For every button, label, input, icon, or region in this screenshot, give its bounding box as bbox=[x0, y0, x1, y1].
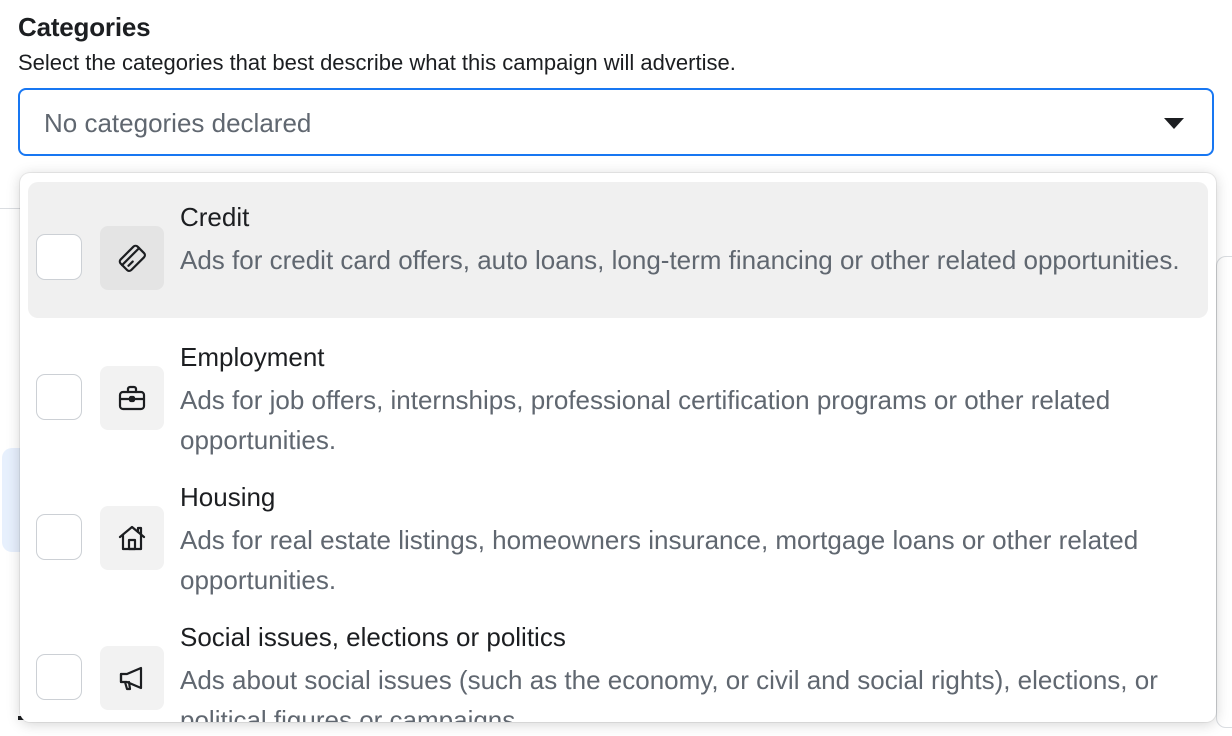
background-panel-fragment bbox=[1216, 256, 1232, 728]
background-divider bbox=[0, 208, 22, 209]
briefcase-icon bbox=[100, 366, 164, 430]
checkbox-housing[interactable] bbox=[36, 514, 82, 560]
option-title: Housing bbox=[180, 482, 276, 512]
caret-down-icon bbox=[1164, 118, 1184, 129]
option-title: Credit bbox=[180, 202, 250, 232]
option-title: Employment bbox=[180, 342, 325, 372]
section-subtitle: Select the categories that best describe… bbox=[18, 50, 736, 75]
megaphone-icon bbox=[100, 646, 164, 710]
checkbox-social-issues[interactable] bbox=[36, 654, 82, 700]
option-description: Ads for job offers, internships, profess… bbox=[180, 385, 1111, 455]
categories-dropdown-menu: Credit Ads for credit card offers, auto … bbox=[20, 173, 1216, 722]
option-employment[interactable]: Employment Ads for job offers, internshi… bbox=[28, 322, 1208, 458]
background-card-fragment bbox=[2, 448, 20, 552]
option-description: Ads about social issues (such as the eco… bbox=[180, 665, 1158, 722]
option-title: Social issues, elections or politics bbox=[180, 622, 566, 652]
option-description: Ads for real estate listings, homeowners… bbox=[180, 525, 1139, 595]
section-title: Categories bbox=[18, 12, 151, 42]
credit-card-icon bbox=[100, 226, 164, 290]
option-credit[interactable]: Credit Ads for credit card offers, auto … bbox=[28, 182, 1208, 318]
house-icon bbox=[100, 506, 164, 570]
categories-select[interactable]: No categories declared bbox=[18, 88, 1214, 156]
option-housing[interactable]: Housing Ads for real estate listings, ho… bbox=[28, 462, 1208, 598]
checkbox-credit[interactable] bbox=[36, 234, 82, 280]
option-description: Ads for credit card offers, auto loans, … bbox=[180, 245, 1180, 275]
option-social-issues[interactable]: Social issues, elections or politics Ads… bbox=[28, 602, 1208, 722]
checkbox-employment[interactable] bbox=[36, 374, 82, 420]
select-value: No categories declared bbox=[44, 108, 312, 138]
